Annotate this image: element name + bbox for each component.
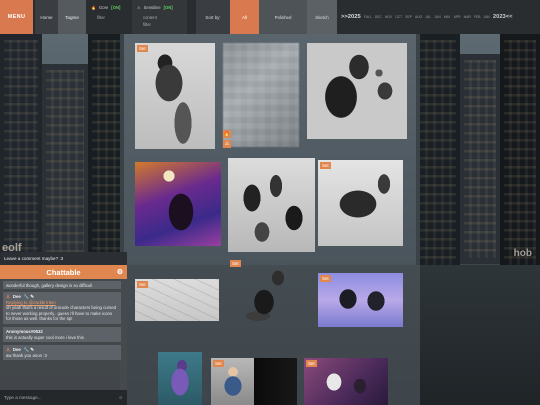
user-icon: ♙	[6, 294, 10, 299]
chat-message: ♙ Dee 🔧 ✎ Replying to @zackbrrrtten oh y…	[3, 292, 121, 324]
author-badges: 🔧 ✎	[23, 294, 34, 299]
gallery-thumbnail[interactable]	[135, 162, 221, 246]
chat-messages[interactable]: wonderful though, gallery design is so d…	[0, 279, 127, 390]
chat-message: ♙ Dee 🔧 ✎ aw thank you anon :3	[3, 345, 121, 361]
sort-by-label: Sort by:	[196, 0, 230, 34]
timeline-month[interactable]: MAR	[464, 15, 471, 19]
street-sign-right: hob	[513, 248, 532, 259]
gear-icon[interactable]: ⚙	[117, 268, 123, 276]
smiley-icon[interactable]: ☺	[118, 395, 123, 400]
chat-input[interactable]: Type a message... ☺	[0, 390, 127, 405]
gore-filter-toggle[interactable]: 🔥 Gore [ON] filter	[86, 0, 132, 34]
set-tag: Set	[137, 281, 148, 288]
timeline-nav: >>2025 FULL DEC NOV OCT SEP AUG JUL JUN …	[337, 0, 540, 34]
building	[88, 34, 124, 284]
menu-button[interactable]: MENU	[0, 0, 33, 34]
gallery-thumbnail[interactable]: Set	[318, 160, 403, 246]
building	[42, 64, 88, 264]
sensitive-filter-toggle[interactable]: ⚠ Sensitive [ON] content filter	[132, 0, 187, 34]
timeline-month[interactable]: APR	[454, 15, 461, 19]
message-author: Dee	[12, 347, 21, 353]
timeline-year-2023[interactable]: 2023<<	[493, 14, 513, 20]
timeline-month[interactable]: NOV	[385, 15, 392, 19]
user-icon: ♙	[6, 347, 10, 353]
gallery-thumbnail[interactable]	[228, 158, 315, 252]
timeline-month[interactable]: SEP	[405, 15, 412, 19]
timeline-month[interactable]: OCT	[395, 15, 402, 19]
chat-title: Chattable	[46, 267, 81, 277]
top-bar: MENU Home Tagme 🔥 Gore [ON] filter ⚠ Sen…	[0, 0, 540, 34]
gallery-grid: Set 🔥 ⚠ Set Set Set Set Set Set	[120, 34, 420, 405]
gallery-thumbnail-blurred[interactable]	[223, 43, 299, 147]
set-tag: Set	[230, 260, 241, 267]
gallery-thumbnail[interactable]	[307, 43, 407, 139]
timeline-month[interactable]: AUG	[415, 15, 422, 19]
set-tag: Set	[320, 162, 331, 169]
sort-all-button[interactable]: All	[230, 0, 259, 34]
gallery-thumbnail[interactable]: Set	[228, 258, 302, 338]
message-text: aw thank you anon :3	[6, 352, 47, 358]
timeline-month[interactable]: FEB	[474, 15, 480, 19]
building	[500, 34, 540, 284]
timeline-month[interactable]: JUL	[425, 15, 431, 19]
timeline-month[interactable]: DEC	[375, 15, 382, 19]
building	[416, 34, 460, 274]
set-tag: Set	[320, 275, 331, 282]
chat-prompt: Leave a comment maybe? :3	[0, 252, 127, 265]
flame-icon: 🔥	[223, 130, 231, 138]
sensitive-filter-label: Sensitive	[143, 5, 161, 10]
gallery-thumbnail[interactable]: Set	[135, 43, 215, 149]
gallery-thumbnail[interactable]: Set	[135, 279, 219, 321]
message-author: Anonymous#0632	[6, 328, 43, 334]
warning-icon: ⚠	[137, 5, 141, 10]
gallery-thumbnail[interactable]: Set	[304, 358, 388, 405]
timeline-month[interactable]: JAN	[484, 15, 490, 19]
timeline-year-2025[interactable]: >>2025	[341, 14, 361, 20]
gore-filter-state: [ON]	[111, 5, 121, 10]
chat-widget: Leave a comment maybe? :3 Chattable ⚙ wo…	[0, 252, 127, 405]
set-tag: Set	[137, 45, 148, 52]
set-tag: Set	[306, 360, 317, 367]
sensitive-filter-sub: content	[143, 15, 157, 20]
gallery-thumbnail[interactable]: Set	[318, 273, 403, 327]
building	[460, 54, 500, 264]
flame-icon: 🔥	[91, 5, 96, 10]
gore-filter-label: Gore	[98, 5, 109, 10]
home-button[interactable]: Home	[35, 0, 58, 34]
gallery-thumbnail[interactable]: Set	[211, 358, 254, 405]
set-tag: Set	[213, 360, 224, 367]
warning-icon: ⚠	[223, 140, 231, 148]
chat-input-placeholder: Type a message...	[4, 395, 42, 400]
sort-sketch-button[interactable]: Sketch	[307, 0, 337, 34]
chat-message: Anonymous#0632 this is actually super co…	[3, 326, 121, 343]
gore-filter-sub: filter	[97, 15, 105, 20]
tagme-button[interactable]: Tagme	[58, 0, 86, 34]
message-text: oh yeah that's a result of unicode chara…	[6, 305, 116, 322]
sort-polished-button[interactable]: Polished	[259, 0, 307, 34]
sensitive-filter-sub2: filter	[143, 22, 151, 27]
gallery-thumbnail[interactable]	[158, 352, 202, 405]
gallery-thumbnail[interactable]	[254, 358, 297, 405]
chat-message: wonderful though, gallery design is so d…	[3, 281, 121, 289]
message-text: wonderful though, gallery design is so d…	[6, 283, 93, 288]
message-author: Dee	[12, 294, 21, 299]
timeline-month[interactable]: FULL	[364, 15, 372, 19]
timeline-month[interactable]: JUN	[434, 15, 440, 19]
chat-header: Chattable ⚙	[0, 265, 127, 279]
author-badges: 🔧 ✎	[23, 347, 34, 353]
sensitive-filter-state: [ON]	[163, 5, 173, 10]
building	[0, 34, 42, 274]
timeline-month[interactable]: MAY	[444, 15, 451, 19]
message-text: this is actually super cool more i love …	[6, 334, 84, 340]
